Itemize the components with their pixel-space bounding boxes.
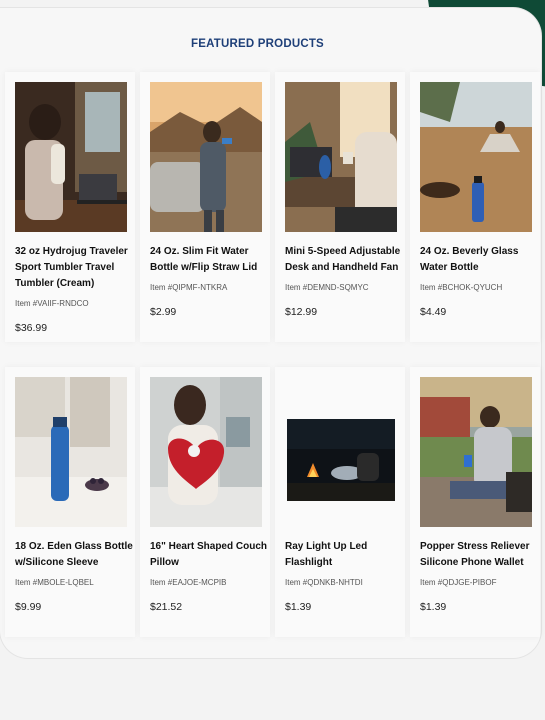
product-name[interactable]: 32 oz Hydrojug Traveler Sport Tumbler Tr… <box>15 244 133 292</box>
product-name[interactable]: 24 Oz. Slim Fit Water Bottle w/Flip Stra… <box>150 244 268 276</box>
product-sku: Item #QDJGE-PIBOF <box>420 578 497 587</box>
product-image[interactable] <box>15 82 127 232</box>
product-price: $1.39 <box>420 601 447 613</box>
product-card[interactable]: 24 Oz. Beverly Glass Water Bottle Item #… <box>410 72 540 342</box>
product-name[interactable]: Ray Light Up Led Flashlight <box>285 539 403 571</box>
product-image[interactable] <box>285 377 397 527</box>
product-grid: 32 oz Hydrojug Traveler Sport Tumbler Tr… <box>5 72 540 637</box>
product-card[interactable]: Mini 5-Speed Adjustable Desk and Handhel… <box>275 72 405 342</box>
product-image[interactable] <box>420 82 532 232</box>
product-name[interactable]: Mini 5-Speed Adjustable Desk and Handhel… <box>285 244 403 276</box>
product-name[interactable]: 18 Oz. Eden Glass Bottle w/Silicone Slee… <box>15 539 133 571</box>
product-sku: Item #DEMND-SQMYC <box>285 283 369 292</box>
product-name[interactable]: Popper Stress Reliever Silicone Phone Wa… <box>420 539 538 571</box>
product-price: $21.52 <box>150 601 183 613</box>
product-price: $36.99 <box>15 322 48 334</box>
featured-products-panel: FEATURED PRODUCTS 32 oz Hydrojug Travele… <box>0 8 541 658</box>
product-card[interactable]: 32 oz Hydrojug Traveler Sport Tumbler Tr… <box>5 72 135 342</box>
product-card[interactable]: 16" Heart Shaped Couch Pillow Item #EAJO… <box>140 367 270 637</box>
product-sku: Item #VAIIF-RNDCO <box>15 299 89 308</box>
product-card[interactable]: 24 Oz. Slim Fit Water Bottle w/Flip Stra… <box>140 72 270 342</box>
product-price: $1.39 <box>285 601 312 613</box>
product-image[interactable] <box>150 377 262 527</box>
product-price: $4.49 <box>420 306 447 318</box>
product-sku: Item #MBOLE-LQBEL <box>15 578 94 587</box>
product-name[interactable]: 24 Oz. Beverly Glass Water Bottle <box>420 244 538 276</box>
product-sku: Item #QDNKB-NHTDI <box>285 578 363 587</box>
product-price: $2.99 <box>150 306 177 318</box>
product-price: $9.99 <box>15 601 42 613</box>
product-image[interactable] <box>420 377 532 527</box>
product-sku: Item #EAJOE-MCPIB <box>150 578 227 587</box>
product-price: $12.99 <box>285 306 318 318</box>
product-card[interactable]: 18 Oz. Eden Glass Bottle w/Silicone Slee… <box>5 367 135 637</box>
product-image[interactable] <box>15 377 127 527</box>
product-sku: Item #BCHOK-QYUCH <box>420 283 503 292</box>
product-card[interactable]: Ray Light Up Led Flashlight Item #QDNKB-… <box>275 367 405 637</box>
section-title: FEATURED PRODUCTS <box>191 38 324 50</box>
product-image[interactable] <box>150 82 262 232</box>
product-sku: Item #QIPMF-NTKRA <box>150 283 228 292</box>
product-name[interactable]: 16" Heart Shaped Couch Pillow <box>150 539 268 571</box>
product-card[interactable]: Popper Stress Reliever Silicone Phone Wa… <box>410 367 540 637</box>
product-image[interactable] <box>285 82 397 232</box>
